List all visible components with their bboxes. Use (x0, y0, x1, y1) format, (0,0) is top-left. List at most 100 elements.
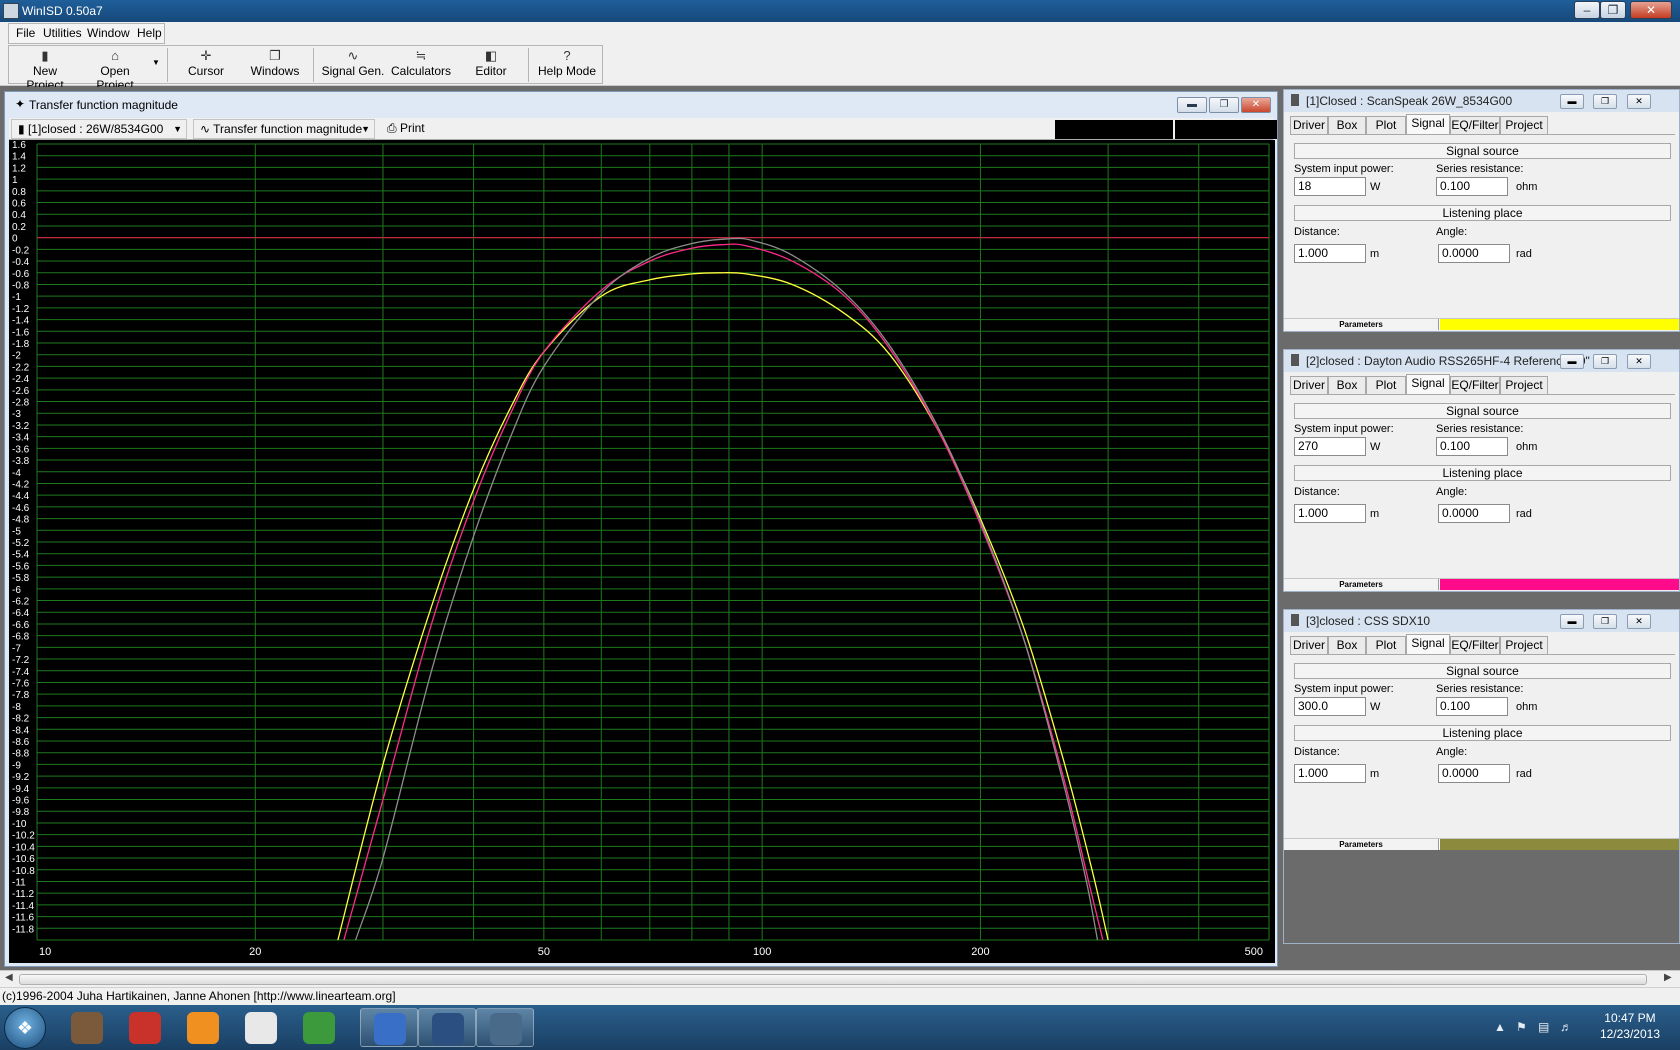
horizontal-scrollbar[interactable]: ◀ ▶ (0, 970, 1680, 987)
angle-field[interactable]: 0.0000 (1438, 764, 1510, 783)
open-project-button[interactable]: ⌂ Open Project (80, 48, 150, 92)
parameters-strip[interactable]: Parameters (1284, 838, 1679, 850)
tab-plot[interactable]: Plot (1366, 636, 1406, 655)
editor-icon: ◧ (484, 48, 498, 63)
tab-signal[interactable]: Signal (1406, 634, 1450, 655)
cursor-button[interactable]: ✛ Cursor (176, 48, 236, 84)
angle-field[interactable]: 0.0000 (1438, 504, 1510, 523)
close-button[interactable]: ✕ (1630, 1, 1672, 19)
title-bar: WinISD 0.50a7 – ❐ ✕ (0, 0, 1680, 22)
tab-eq-filter[interactable]: EQ/Filter (1450, 636, 1500, 655)
restore-button[interactable]: ❐ (1600, 1, 1626, 19)
tab-plot[interactable]: Plot (1366, 376, 1406, 395)
tab-box[interactable]: Box (1328, 636, 1366, 655)
transfer-function-chart[interactable]: 1.61.41.210.80.60.40.20-0.2-0.4-0.6-0.8-… (9, 140, 1275, 963)
series-resistance-field[interactable]: 0.100 (1436, 697, 1508, 716)
winamp-taskbar-button[interactable] (58, 1008, 116, 1047)
graph-minimize-button[interactable]: ▬ (1177, 97, 1207, 113)
system-input-power-field[interactable]: 18 (1294, 177, 1366, 196)
y-tick-label: -3.4 (12, 433, 30, 444)
menu-utilities[interactable]: Utilities (43, 26, 82, 40)
scroll-right-icon[interactable]: ▶ (1664, 972, 1672, 983)
tab-driver[interactable]: Driver (1290, 636, 1328, 655)
panel-maximize-button[interactable]: ❐ (1593, 94, 1617, 109)
calculators-button[interactable]: ≒ Calculators (390, 48, 452, 84)
help-mode-button[interactable]: ? Help Mode (536, 48, 598, 84)
3dmark-taskbar-button[interactable] (418, 1008, 476, 1047)
chrome-taskbar-button[interactable] (290, 1008, 348, 1047)
tab-box[interactable]: Box (1328, 116, 1366, 135)
panel-maximize-button[interactable]: ❐ (1593, 354, 1617, 369)
tab-box[interactable]: Box (1328, 376, 1366, 395)
y-tick-label: -4.2 (12, 479, 30, 490)
graph-maximize-button[interactable]: ❐ (1209, 97, 1239, 113)
y-tick-label: -8 (12, 702, 21, 713)
panel-minimize-button[interactable]: ▬ (1560, 94, 1584, 109)
panel-minimize-button[interactable]: ▬ (1560, 354, 1584, 369)
series-color-swatch[interactable] (1440, 839, 1679, 850)
volume-icon[interactable]: ♬ (1560, 1020, 1572, 1034)
tab-signal[interactable]: Signal (1406, 374, 1450, 395)
winisd-taskbar-button[interactable] (476, 1008, 534, 1047)
signal-gen-button[interactable]: ∿ Signal Gen. (320, 48, 386, 84)
y-tick-label: -11.6 (12, 913, 34, 924)
angle-field[interactable]: 0.0000 (1438, 244, 1510, 263)
menu-file[interactable]: File (16, 26, 35, 40)
tab-signal[interactable]: Signal (1406, 114, 1450, 135)
series-resistance-field[interactable]: 0.100 (1436, 177, 1508, 196)
start-button[interactable]: ❖ (4, 1007, 46, 1049)
panel-close-button[interactable]: ✕ (1627, 94, 1651, 109)
network-icon[interactable]: ▤ (1538, 1020, 1549, 1034)
scroll-left-icon[interactable]: ◀ (5, 972, 13, 983)
parameters-strip[interactable]: Parameters (1284, 318, 1679, 330)
tab-driver[interactable]: Driver (1290, 376, 1328, 395)
new-project-button[interactable]: ▮ New Project (14, 48, 76, 92)
system-input-power-field[interactable]: 300.0 (1294, 697, 1366, 716)
panel-minimize-button[interactable]: ▬ (1560, 614, 1584, 629)
editor-button[interactable]: ◧ Editor (466, 48, 516, 84)
series-color-swatch[interactable] (1440, 579, 1679, 590)
y-tick-label: -6.8 (12, 632, 30, 643)
tab-eq-filter[interactable]: EQ/Filter (1450, 376, 1500, 395)
series-color-swatch[interactable] (1440, 319, 1679, 330)
cpu-z-64-taskbar-button[interactable] (116, 1008, 174, 1047)
tab-project[interactable]: Project (1500, 636, 1548, 655)
fox-taskbar-button[interactable] (232, 1008, 290, 1047)
minimize-button[interactable]: – (1574, 1, 1600, 19)
speaker-icon (1291, 354, 1299, 366)
tab-driver[interactable]: Driver (1290, 116, 1328, 135)
graph-close-button[interactable]: ✕ (1241, 97, 1271, 113)
signal-gen-label: Signal Gen. (321, 64, 385, 78)
tab-project[interactable]: Project (1500, 116, 1548, 135)
y-tick-label: -7.6 (12, 678, 30, 689)
panel-close-button[interactable]: ✕ (1627, 614, 1651, 629)
tab-project[interactable]: Project (1500, 376, 1548, 395)
vlc-like-orange-taskbar-button[interactable] (174, 1008, 232, 1047)
chrome-icon (303, 1012, 335, 1044)
menu-help[interactable]: Help (137, 26, 162, 40)
plot-area[interactable]: 1.6 1.4 1.2 1 0.8 0.6 0.4 0.2 0 -0.2 -0.4 -0.6 -0.8-… (9, 140, 1275, 963)
tab-plot[interactable]: Plot (1366, 116, 1406, 135)
clock[interactable]: 10:47 PM 12/23/2013 (1600, 1010, 1660, 1042)
y-tick-label: -1 (12, 292, 21, 303)
series-resistance-field[interactable]: 0.100 (1436, 437, 1508, 456)
parameters-strip[interactable]: Parameters (1284, 578, 1679, 590)
distance-field[interactable]: 1.000 (1294, 244, 1366, 263)
panel-close-button[interactable]: ✕ (1627, 354, 1651, 369)
save-disk-taskbar-button[interactable] (360, 1008, 418, 1047)
scroll-thumb[interactable] (19, 974, 1647, 985)
y-tick-label: -3 (12, 409, 21, 420)
print-button[interactable]: ⎙ Print (381, 119, 437, 139)
project-select[interactable]: ▮ [1]closed : 26W/8534G00 ▼ (11, 119, 187, 139)
menu-window[interactable]: Window (87, 26, 130, 40)
panel-maximize-button[interactable]: ❐ (1593, 614, 1617, 629)
distance-field[interactable]: 1.000 (1294, 504, 1366, 523)
system-input-power-field[interactable]: 270 (1294, 437, 1366, 456)
distance-field[interactable]: 1.000 (1294, 764, 1366, 783)
windows-button[interactable]: ❐ Windows (245, 48, 305, 84)
show-hidden-icons-icon[interactable]: ▲ (1494, 1020, 1506, 1034)
flag-icon[interactable]: ⚑ (1516, 1020, 1527, 1034)
tab-eq-filter[interactable]: EQ/Filter (1450, 116, 1500, 135)
plot-type-select[interactable]: ∿ Transfer function magnitude ▼ (193, 119, 375, 139)
open-project-dropdown-icon[interactable]: ▼ (152, 58, 160, 67)
